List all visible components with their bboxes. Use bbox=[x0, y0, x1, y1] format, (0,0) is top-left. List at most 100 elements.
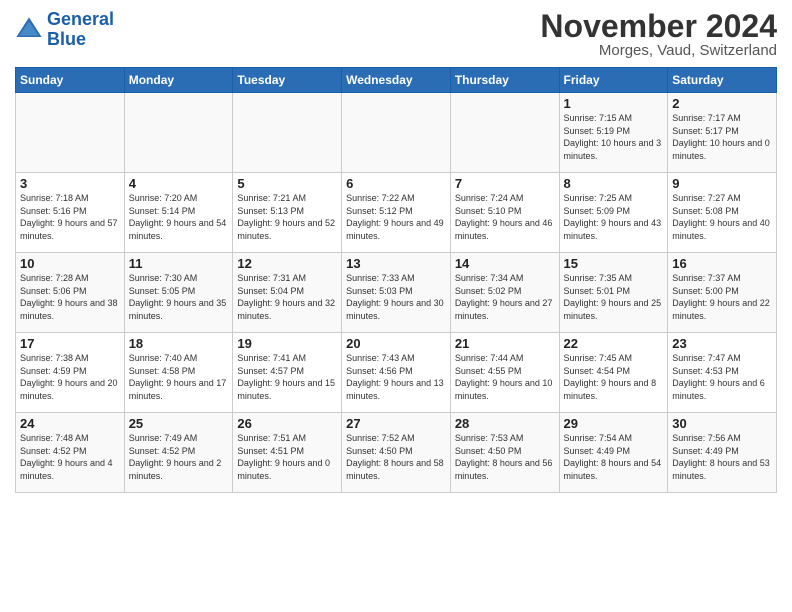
calendar-cell: 26Sunrise: 7:51 AM Sunset: 4:51 PM Dayli… bbox=[233, 413, 342, 493]
calendar-cell: 6Sunrise: 7:22 AM Sunset: 5:12 PM Daylig… bbox=[342, 173, 451, 253]
day-number: 15 bbox=[564, 256, 664, 271]
calendar-cell bbox=[233, 93, 342, 173]
calendar-cell: 27Sunrise: 7:52 AM Sunset: 4:50 PM Dayli… bbox=[342, 413, 451, 493]
day-info: Sunrise: 7:31 AM Sunset: 5:04 PM Dayligh… bbox=[237, 272, 337, 322]
day-number: 18 bbox=[129, 336, 229, 351]
calendar-cell bbox=[450, 93, 559, 173]
page-container: General Blue November 2024 Morges, Vaud,… bbox=[0, 0, 792, 498]
calendar-cell: 4Sunrise: 7:20 AM Sunset: 5:14 PM Daylig… bbox=[124, 173, 233, 253]
calendar-cell: 7Sunrise: 7:24 AM Sunset: 5:10 PM Daylig… bbox=[450, 173, 559, 253]
calendar-cell: 30Sunrise: 7:56 AM Sunset: 4:49 PM Dayli… bbox=[668, 413, 777, 493]
day-info: Sunrise: 7:53 AM Sunset: 4:50 PM Dayligh… bbox=[455, 432, 555, 482]
logo-line2: Blue bbox=[47, 29, 86, 49]
day-info: Sunrise: 7:34 AM Sunset: 5:02 PM Dayligh… bbox=[455, 272, 555, 322]
calendar-cell bbox=[342, 93, 451, 173]
day-number: 5 bbox=[237, 176, 337, 191]
calendar-cell: 1Sunrise: 7:15 AM Sunset: 5:19 PM Daylig… bbox=[559, 93, 668, 173]
weekday-header-sunday: Sunday bbox=[16, 68, 125, 93]
calendar-cell: 16Sunrise: 7:37 AM Sunset: 5:00 PM Dayli… bbox=[668, 253, 777, 333]
day-number: 1 bbox=[564, 96, 664, 111]
day-info: Sunrise: 7:51 AM Sunset: 4:51 PM Dayligh… bbox=[237, 432, 337, 482]
logo: General Blue bbox=[15, 10, 114, 50]
calendar-cell: 13Sunrise: 7:33 AM Sunset: 5:03 PM Dayli… bbox=[342, 253, 451, 333]
day-number: 8 bbox=[564, 176, 664, 191]
calendar-cell: 17Sunrise: 7:38 AM Sunset: 4:59 PM Dayli… bbox=[16, 333, 125, 413]
calendar-cell: 5Sunrise: 7:21 AM Sunset: 5:13 PM Daylig… bbox=[233, 173, 342, 253]
week-row-3: 10Sunrise: 7:28 AM Sunset: 5:06 PM Dayli… bbox=[16, 253, 777, 333]
day-info: Sunrise: 7:44 AM Sunset: 4:55 PM Dayligh… bbox=[455, 352, 555, 402]
day-number: 25 bbox=[129, 416, 229, 431]
calendar-cell: 18Sunrise: 7:40 AM Sunset: 4:58 PM Dayli… bbox=[124, 333, 233, 413]
weekday-header-row: SundayMondayTuesdayWednesdayThursdayFrid… bbox=[16, 68, 777, 93]
weekday-header-monday: Monday bbox=[124, 68, 233, 93]
day-info: Sunrise: 7:54 AM Sunset: 4:49 PM Dayligh… bbox=[564, 432, 664, 482]
day-info: Sunrise: 7:37 AM Sunset: 5:00 PM Dayligh… bbox=[672, 272, 772, 322]
day-info: Sunrise: 7:24 AM Sunset: 5:10 PM Dayligh… bbox=[455, 192, 555, 242]
day-number: 10 bbox=[20, 256, 120, 271]
week-row-5: 24Sunrise: 7:48 AM Sunset: 4:52 PM Dayli… bbox=[16, 413, 777, 493]
day-number: 6 bbox=[346, 176, 446, 191]
day-number: 19 bbox=[237, 336, 337, 351]
calendar-cell: 3Sunrise: 7:18 AM Sunset: 5:16 PM Daylig… bbox=[16, 173, 125, 253]
weekday-header-wednesday: Wednesday bbox=[342, 68, 451, 93]
weekday-header-tuesday: Tuesday bbox=[233, 68, 342, 93]
day-info: Sunrise: 7:43 AM Sunset: 4:56 PM Dayligh… bbox=[346, 352, 446, 402]
day-number: 30 bbox=[672, 416, 772, 431]
week-row-2: 3Sunrise: 7:18 AM Sunset: 5:16 PM Daylig… bbox=[16, 173, 777, 253]
calendar-cell: 19Sunrise: 7:41 AM Sunset: 4:57 PM Dayli… bbox=[233, 333, 342, 413]
day-number: 4 bbox=[129, 176, 229, 191]
day-number: 2 bbox=[672, 96, 772, 111]
calendar-cell: 23Sunrise: 7:47 AM Sunset: 4:53 PM Dayli… bbox=[668, 333, 777, 413]
calendar-cell: 12Sunrise: 7:31 AM Sunset: 5:04 PM Dayli… bbox=[233, 253, 342, 333]
day-info: Sunrise: 7:40 AM Sunset: 4:58 PM Dayligh… bbox=[129, 352, 229, 402]
calendar-cell: 28Sunrise: 7:53 AM Sunset: 4:50 PM Dayli… bbox=[450, 413, 559, 493]
day-number: 14 bbox=[455, 256, 555, 271]
day-info: Sunrise: 7:48 AM Sunset: 4:52 PM Dayligh… bbox=[20, 432, 120, 482]
day-info: Sunrise: 7:22 AM Sunset: 5:12 PM Dayligh… bbox=[346, 192, 446, 242]
day-number: 29 bbox=[564, 416, 664, 431]
day-number: 9 bbox=[672, 176, 772, 191]
day-info: Sunrise: 7:38 AM Sunset: 4:59 PM Dayligh… bbox=[20, 352, 120, 402]
day-number: 27 bbox=[346, 416, 446, 431]
calendar-cell: 9Sunrise: 7:27 AM Sunset: 5:08 PM Daylig… bbox=[668, 173, 777, 253]
location: Morges, Vaud, Switzerland bbox=[540, 42, 777, 59]
day-number: 11 bbox=[129, 256, 229, 271]
day-info: Sunrise: 7:27 AM Sunset: 5:08 PM Dayligh… bbox=[672, 192, 772, 242]
day-number: 28 bbox=[455, 416, 555, 431]
weekday-header-thursday: Thursday bbox=[450, 68, 559, 93]
day-info: Sunrise: 7:56 AM Sunset: 4:49 PM Dayligh… bbox=[672, 432, 772, 482]
day-info: Sunrise: 7:41 AM Sunset: 4:57 PM Dayligh… bbox=[237, 352, 337, 402]
day-number: 3 bbox=[20, 176, 120, 191]
month-title: November 2024 bbox=[540, 10, 777, 42]
week-row-1: 1Sunrise: 7:15 AM Sunset: 5:19 PM Daylig… bbox=[16, 93, 777, 173]
weekday-header-saturday: Saturday bbox=[668, 68, 777, 93]
logo-text: General Blue bbox=[47, 10, 114, 50]
day-number: 22 bbox=[564, 336, 664, 351]
calendar-cell: 21Sunrise: 7:44 AM Sunset: 4:55 PM Dayli… bbox=[450, 333, 559, 413]
day-number: 17 bbox=[20, 336, 120, 351]
header: General Blue November 2024 Morges, Vaud,… bbox=[15, 10, 777, 59]
calendar-cell bbox=[16, 93, 125, 173]
day-info: Sunrise: 7:45 AM Sunset: 4:54 PM Dayligh… bbox=[564, 352, 664, 402]
day-info: Sunrise: 7:28 AM Sunset: 5:06 PM Dayligh… bbox=[20, 272, 120, 322]
day-number: 20 bbox=[346, 336, 446, 351]
calendar-cell bbox=[124, 93, 233, 173]
calendar-cell: 8Sunrise: 7:25 AM Sunset: 5:09 PM Daylig… bbox=[559, 173, 668, 253]
calendar-cell: 14Sunrise: 7:34 AM Sunset: 5:02 PM Dayli… bbox=[450, 253, 559, 333]
day-number: 23 bbox=[672, 336, 772, 351]
day-info: Sunrise: 7:20 AM Sunset: 5:14 PM Dayligh… bbox=[129, 192, 229, 242]
day-info: Sunrise: 7:15 AM Sunset: 5:19 PM Dayligh… bbox=[564, 112, 664, 162]
day-number: 24 bbox=[20, 416, 120, 431]
calendar-cell: 25Sunrise: 7:49 AM Sunset: 4:52 PM Dayli… bbox=[124, 413, 233, 493]
day-info: Sunrise: 7:35 AM Sunset: 5:01 PM Dayligh… bbox=[564, 272, 664, 322]
calendar-cell: 11Sunrise: 7:30 AM Sunset: 5:05 PM Dayli… bbox=[124, 253, 233, 333]
day-number: 13 bbox=[346, 256, 446, 271]
calendar-cell: 2Sunrise: 7:17 AM Sunset: 5:17 PM Daylig… bbox=[668, 93, 777, 173]
day-info: Sunrise: 7:52 AM Sunset: 4:50 PM Dayligh… bbox=[346, 432, 446, 482]
day-number: 21 bbox=[455, 336, 555, 351]
day-number: 7 bbox=[455, 176, 555, 191]
day-number: 12 bbox=[237, 256, 337, 271]
calendar-cell: 24Sunrise: 7:48 AM Sunset: 4:52 PM Dayli… bbox=[16, 413, 125, 493]
calendar-cell: 20Sunrise: 7:43 AM Sunset: 4:56 PM Dayli… bbox=[342, 333, 451, 413]
day-info: Sunrise: 7:30 AM Sunset: 5:05 PM Dayligh… bbox=[129, 272, 229, 322]
